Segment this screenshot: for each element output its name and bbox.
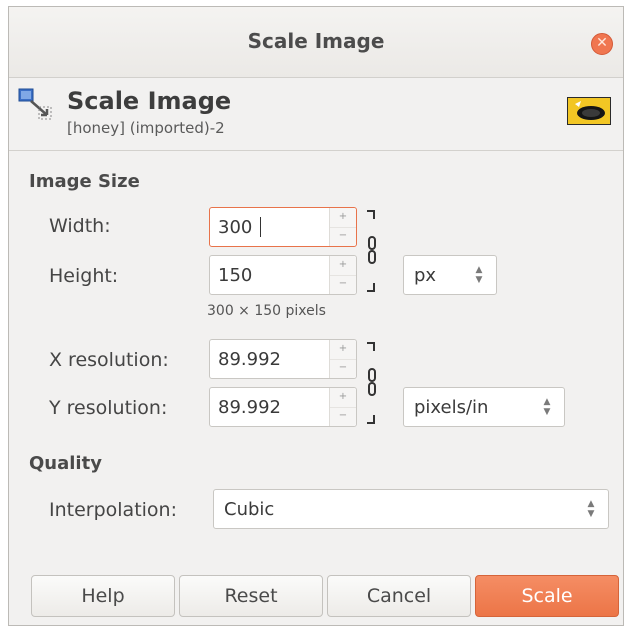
resolution-unit-select[interactable]: pixels/in ▲ ▼ <box>403 387 565 427</box>
image-thumbnail <box>567 97 611 125</box>
decrement-icon[interactable]: − <box>330 227 356 246</box>
width-input[interactable]: 300 + − <box>209 207 357 247</box>
width-value: 300 <box>218 217 253 238</box>
increment-icon[interactable]: + <box>330 388 356 408</box>
increment-icon[interactable]: + <box>330 256 356 276</box>
interpolation-select[interactable]: Cubic ▲ ▼ <box>213 489 609 529</box>
text-cursor <box>260 217 261 237</box>
title-bar[interactable]: Scale Image ✕ <box>9 7 623 78</box>
interpolation-label: Interpolation: <box>49 499 177 521</box>
decrement-icon[interactable]: − <box>330 407 356 426</box>
close-icon: ✕ <box>596 35 608 51</box>
close-button[interactable]: ✕ <box>591 33 613 55</box>
image-size-heading: Image Size <box>29 171 140 192</box>
y-resolution-value: 89.992 <box>218 397 281 418</box>
reset-button[interactable]: Reset <box>179 575 323 617</box>
quality-heading: Quality <box>29 453 102 474</box>
decrement-icon[interactable]: − <box>330 275 356 294</box>
x-resolution-input[interactable]: 89.992 + − <box>209 339 357 379</box>
height-value: 150 <box>218 265 253 286</box>
window-title: Scale Image <box>247 29 385 53</box>
height-label: Height: <box>49 265 119 287</box>
size-unit-value: px <box>414 265 437 286</box>
interpolation-value: Cubic <box>224 499 275 520</box>
x-resolution-value: 89.992 <box>218 349 281 370</box>
width-spinner[interactable]: + − <box>329 208 356 246</box>
x-resolution-spinner[interactable]: + − <box>329 340 356 378</box>
scale-button[interactable]: Scale <box>475 575 619 617</box>
pixel-dimensions: 300 × 150 pixels <box>207 303 326 319</box>
updown-arrow-icon: ▲ ▼ <box>543 397 551 417</box>
y-resolution-spinner[interactable]: + − <box>329 388 356 426</box>
chain-link-icon[interactable] <box>365 339 379 427</box>
chain-link-icon[interactable] <box>365 207 379 295</box>
decrement-icon[interactable]: − <box>330 359 356 378</box>
y-resolution-input[interactable]: 89.992 + − <box>209 387 357 427</box>
increment-icon[interactable]: + <box>330 208 356 228</box>
resolution-unit-value: pixels/in <box>414 397 489 418</box>
y-resolution-label: Y resolution: <box>49 397 168 419</box>
increment-icon[interactable]: + <box>330 340 356 360</box>
scale-image-icon <box>18 88 52 120</box>
image-name: [honey] (imported)-2 <box>67 119 225 137</box>
width-label: Width: <box>49 215 111 237</box>
height-input[interactable]: 150 + − <box>209 255 357 295</box>
scale-image-dialog: Scale Image ✕ Scale Image [honey] (impor… <box>8 6 624 626</box>
header-separator <box>9 150 623 151</box>
help-button[interactable]: Help <box>31 575 175 617</box>
dialog-heading: Scale Image <box>67 87 232 115</box>
updown-arrow-icon: ▲ ▼ <box>475 265 483 285</box>
cancel-button[interactable]: Cancel <box>327 575 471 617</box>
x-resolution-label: X resolution: <box>49 349 169 371</box>
updown-arrow-icon: ▲ ▼ <box>587 499 595 519</box>
height-spinner[interactable]: + − <box>329 256 356 294</box>
size-unit-select[interactable]: px ▲ ▼ <box>403 255 497 295</box>
